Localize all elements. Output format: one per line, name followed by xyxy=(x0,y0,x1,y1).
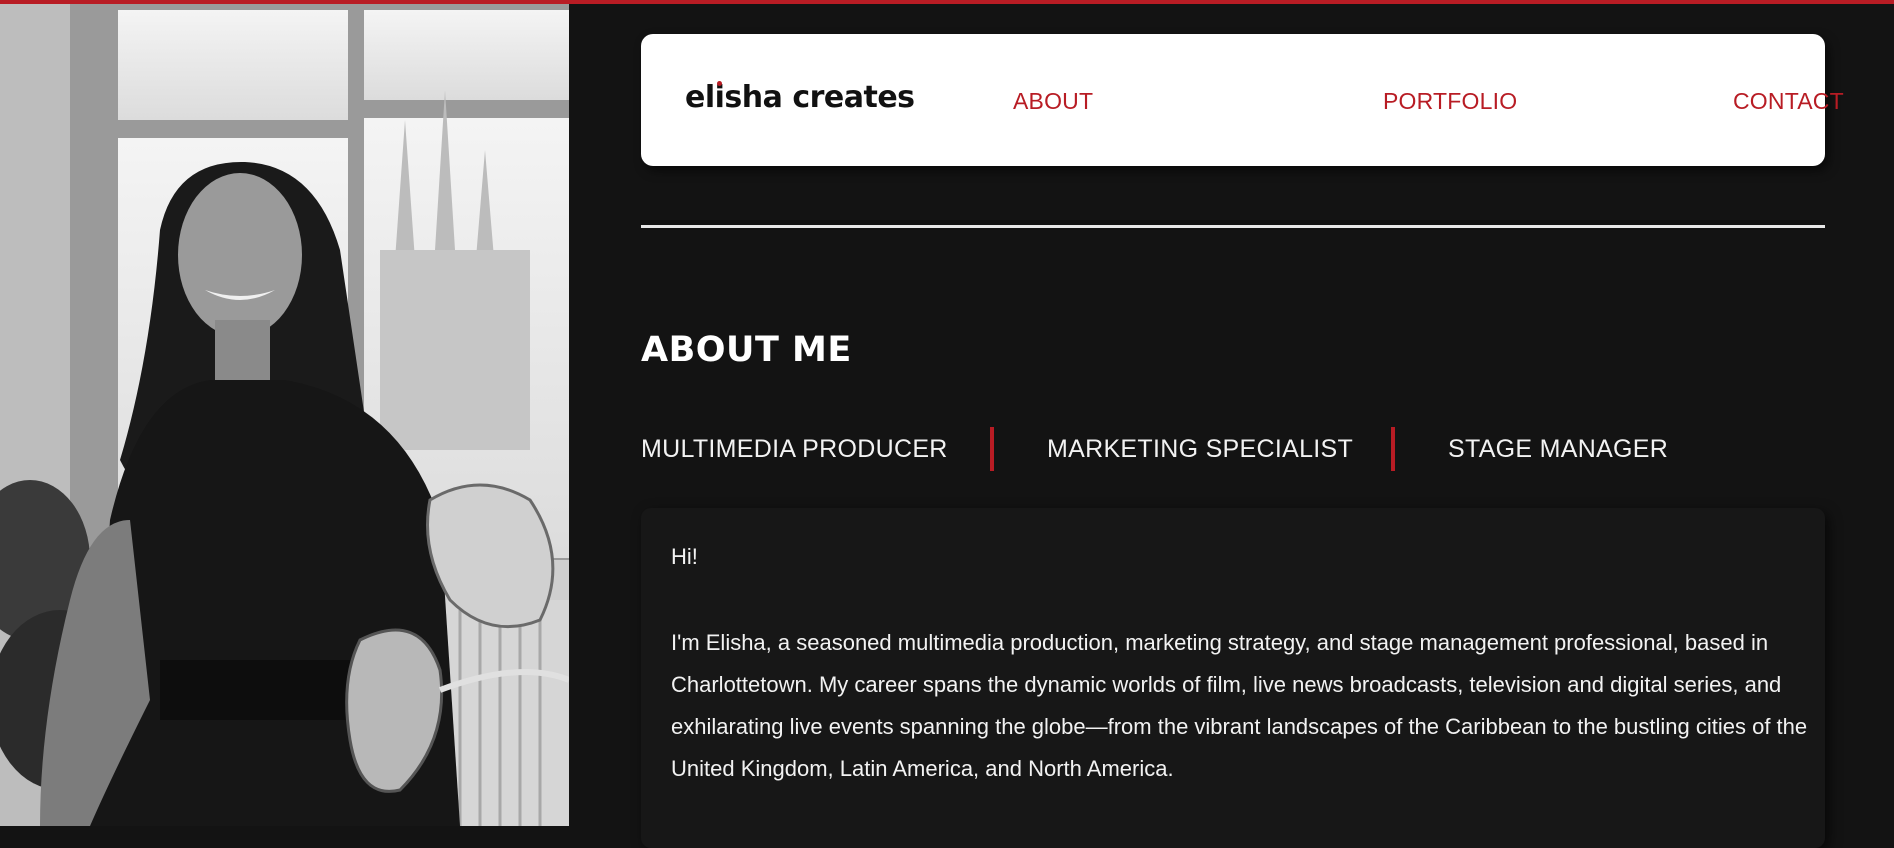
top-accent-bar xyxy=(0,0,1894,4)
about-card: Hi! I'm Elisha, a seasoned multimedia pr… xyxy=(641,508,1825,848)
greeting-text: Hi! xyxy=(671,544,698,569)
nav-link-portfolio[interactable]: PORTFOLIO xyxy=(1383,88,1517,115)
roles-row: MULTIMEDIA PRODUCER MARKETING SPECIALIST… xyxy=(641,427,1825,471)
role-marketing-specialist: MARKETING SPECIALIST xyxy=(1047,435,1354,463)
portrait-photo xyxy=(0,0,569,826)
nav-link-contact[interactable]: CONTACT xyxy=(1733,88,1844,115)
bio-text: I'm Elisha, a seasoned multimedia produc… xyxy=(671,630,1808,781)
role-multimedia-producer: MULTIMEDIA PRODUCER xyxy=(641,435,948,463)
role-stage-manager: STAGE MANAGER xyxy=(1448,435,1669,463)
section-divider xyxy=(641,225,1825,228)
role-separator xyxy=(990,427,994,471)
role-separator xyxy=(1391,427,1395,471)
logo-accent-dot xyxy=(717,81,722,86)
nav-link-about[interactable]: ABOUT xyxy=(1013,88,1093,115)
navigation-bar: elisha creates ABOUT PORTFOLIO CONTACT xyxy=(641,34,1844,166)
about-heading: ABOUT ME xyxy=(641,330,852,370)
main-content: elisha creates ABOUT PORTFOLIO CONTACT A… xyxy=(569,0,1894,848)
